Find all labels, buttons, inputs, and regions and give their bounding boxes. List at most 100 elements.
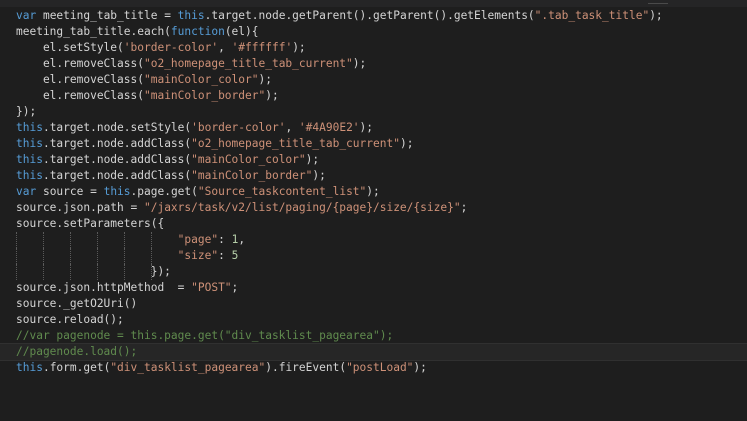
code-line[interactable]: var meeting_tab_title = this.target.node… (16, 8, 747, 24)
code-line[interactable]: "size": 5 (16, 248, 747, 264)
code-line[interactable]: this.target.node.addClass("o2_homepage_t… (16, 136, 747, 152)
code-token: source._getO2Uri() (16, 297, 138, 310)
code-token: this (177, 9, 205, 22)
code-line[interactable]: el.removeClass("mainColor_border"); (16, 88, 747, 104)
code-token: }); (16, 105, 37, 118)
code-line[interactable]: "page": 1, (16, 232, 747, 248)
code-line[interactable]: source.setParameters({ (16, 216, 747, 232)
code-token: ".tab_task_title" (534, 9, 650, 22)
code-token: "postLoad" (346, 361, 414, 374)
indent-guide (69, 248, 72, 264)
code-line[interactable]: source.json.httpMethod = "POST"; (16, 280, 747, 296)
code-token: this (16, 169, 43, 182)
indent-guide (123, 264, 126, 280)
indent-guide (16, 232, 18, 248)
code-line[interactable]: this.target.node.setStyle('border-color'… (16, 120, 747, 136)
code-line[interactable]: }); (16, 264, 747, 280)
code-token: ); (312, 169, 326, 182)
code-token: , (285, 121, 299, 134)
code-line[interactable]: meeting_tab_title.each(function(el){ (16, 24, 747, 40)
code-token: }); (16, 265, 171, 278)
code-token: meeting_tab_title.each( (16, 25, 171, 38)
code-line[interactable]: source.reload(); (16, 312, 747, 328)
code-line[interactable]: el.setStyle('border-color', '#ffffff'); (16, 40, 747, 56)
code-token: ); (399, 137, 414, 150)
code-token: "mainColor_border" (191, 169, 313, 182)
code-editor[interactable]: var meeting_tab_title = this.target.node… (0, 0, 747, 421)
code-line[interactable]: el.removeClass("o2_homepage_title_tab_cu… (16, 56, 747, 72)
code-token: el.removeClass( (16, 57, 144, 70)
code-token: source.json.path = (16, 201, 144, 214)
code-token: meeting_tab_title = (36, 9, 178, 22)
code-token: ); (359, 121, 374, 134)
indent-guide (69, 232, 72, 248)
editor-top-strip (0, 0, 747, 7)
code-line[interactable]: this.target.node.addClass("mainColor_bor… (16, 168, 747, 184)
indent-guide (69, 264, 72, 280)
code-token: "o2_homepage_title_tab_current" (143, 57, 353, 70)
code-token: .target.node.addClass( (42, 153, 192, 166)
code-token: function (170, 25, 225, 38)
code-line[interactable]: source._getO2Uri() (16, 296, 747, 312)
code-token: ); (649, 9, 663, 22)
code-line[interactable]: //var pagenode = this.page.get("div_task… (16, 328, 747, 344)
code-token: .page.get( (130, 185, 198, 198)
code-token: //var pagenode = this.page.get("div_task… (16, 329, 394, 342)
indent-guide (150, 248, 153, 264)
indent-guide (16, 264, 18, 280)
code-line[interactable]: this.target.node.addClass("mainColor_col… (16, 152, 747, 168)
code-token: , (238, 233, 246, 246)
code-token: (el){ (224, 25, 259, 38)
code-line[interactable]: var source = this.page.get("Source_taskc… (16, 184, 747, 200)
code-token: .target.node.getParent().getParent().get… (204, 9, 535, 22)
code-token: : (218, 233, 232, 246)
indent-guide (123, 248, 126, 264)
indent-guide (96, 232, 99, 248)
code-token: .target.node.setStyle( (42, 121, 192, 134)
code-token: el.removeClass( (16, 89, 144, 102)
code-token: 'border-color' (123, 41, 219, 54)
code-token: "mainColor_border" (143, 89, 266, 102)
code-token: "mainColor_color" (143, 73, 259, 86)
code-token: : (218, 249, 232, 262)
code-line[interactable]: source.json.path = "/jaxrs/task/v2/list/… (16, 200, 747, 216)
indent-guide (96, 264, 99, 280)
code-token: this (16, 361, 43, 374)
code-line[interactable]: }); (16, 104, 747, 120)
code-token: , (218, 41, 232, 54)
code-token: this (103, 185, 131, 198)
code-token: .target.node.addClass( (42, 137, 192, 150)
code-token: ; (231, 281, 239, 294)
indent-guide (42, 232, 45, 248)
code-token: 5 (231, 249, 239, 262)
code-token: '#ffffff' (231, 41, 293, 54)
code-line[interactable]: this.form.get("div_tasklist_pagearea").f… (16, 360, 747, 376)
code-token: //pagenode.load(); (16, 345, 138, 358)
code-line[interactable]: //pagenode.load(); (0, 343, 747, 361)
code-area[interactable]: var meeting_tab_title = this.target.node… (0, 8, 747, 376)
indent-guide (96, 248, 99, 264)
code-token: ); (366, 185, 380, 198)
code-token: var (16, 185, 37, 198)
code-token: "POST" (191, 281, 232, 294)
code-token: source = (36, 185, 104, 198)
code-line[interactable]: el.removeClass("mainColor_color"); (16, 72, 747, 88)
code-token: this (16, 121, 43, 134)
code-token: ); (265, 89, 279, 102)
code-token: .form.get( (42, 361, 111, 374)
code-token: '#4A90E2' (298, 121, 360, 134)
code-token: var (16, 9, 37, 22)
indent-guide (150, 232, 153, 248)
code-token: ); (292, 41, 306, 54)
code-token: this (16, 137, 43, 150)
indent-guide (123, 232, 126, 248)
code-token: ); (305, 153, 320, 166)
code-token: ); (352, 57, 367, 70)
code-token: ); (413, 361, 427, 374)
code-token: source.setParameters({ (16, 217, 165, 230)
code-token: "page" (177, 233, 219, 246)
indent-guide (16, 248, 18, 264)
scroll-notch (648, 0, 668, 4)
code-token: el.removeClass( (16, 73, 144, 86)
code-token: this (16, 153, 43, 166)
